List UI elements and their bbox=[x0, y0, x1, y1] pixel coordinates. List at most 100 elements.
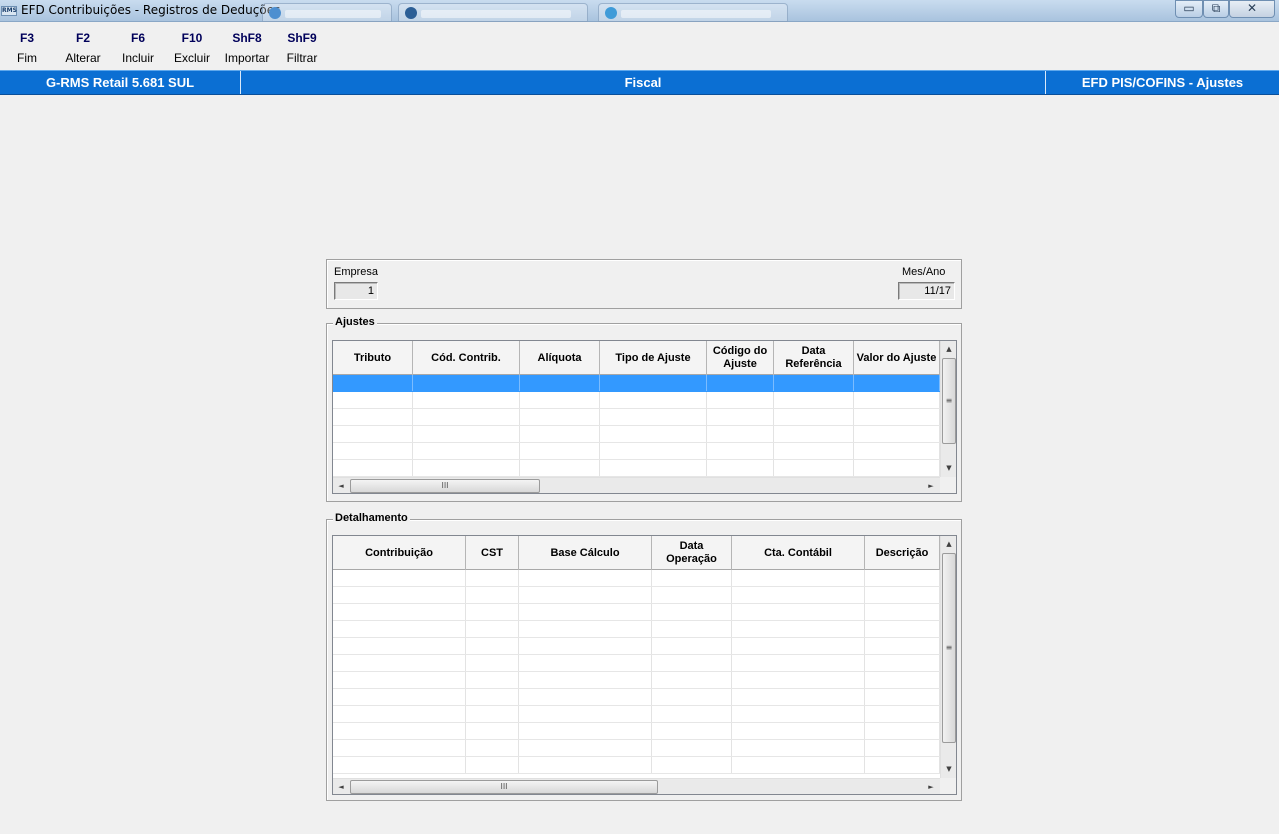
table-row[interactable] bbox=[333, 655, 940, 672]
table-cell[interactable] bbox=[865, 604, 940, 620]
table-cell[interactable] bbox=[854, 375, 940, 391]
col-data-referencia[interactable]: Data Referência bbox=[774, 341, 854, 375]
table-cell[interactable] bbox=[652, 723, 732, 739]
table-cell[interactable] bbox=[732, 740, 865, 756]
table-cell[interactable] bbox=[519, 655, 652, 671]
table-row[interactable] bbox=[333, 375, 940, 392]
table-row[interactable] bbox=[333, 604, 940, 621]
table-cell[interactable] bbox=[333, 392, 413, 408]
table-cell[interactable] bbox=[652, 621, 732, 637]
table-cell[interactable] bbox=[865, 723, 940, 739]
table-cell[interactable] bbox=[865, 655, 940, 671]
detalhamento-vertical-scrollbar[interactable]: ▲ ≡ ▼ bbox=[940, 536, 956, 778]
table-cell[interactable] bbox=[519, 604, 652, 620]
table-cell[interactable] bbox=[333, 706, 466, 722]
table-cell[interactable] bbox=[865, 587, 940, 603]
table-cell[interactable] bbox=[774, 392, 854, 408]
table-cell[interactable] bbox=[466, 570, 519, 586]
table-cell[interactable] bbox=[333, 655, 466, 671]
table-cell[interactable] bbox=[732, 689, 865, 705]
table-cell[interactable] bbox=[600, 392, 707, 408]
table-cell[interactable] bbox=[732, 706, 865, 722]
table-cell[interactable] bbox=[413, 409, 520, 425]
table-cell[interactable] bbox=[466, 621, 519, 637]
table-row[interactable] bbox=[333, 443, 940, 460]
table-cell[interactable] bbox=[774, 409, 854, 425]
table-cell[interactable] bbox=[732, 655, 865, 671]
scroll-right-arrow-icon[interactable]: ► bbox=[923, 478, 939, 493]
table-cell[interactable] bbox=[333, 689, 466, 705]
close-button[interactable]: ✕ bbox=[1229, 0, 1275, 18]
importar-button[interactable]: ShF8 Importar bbox=[221, 31, 273, 65]
scroll-thumb[interactable]: III bbox=[350, 780, 658, 794]
table-row[interactable] bbox=[333, 409, 940, 426]
table-cell[interactable] bbox=[333, 638, 466, 654]
table-cell[interactable] bbox=[652, 638, 732, 654]
fim-button[interactable]: F3 Fim bbox=[10, 31, 44, 65]
table-row[interactable] bbox=[333, 621, 940, 638]
table-cell[interactable] bbox=[520, 409, 600, 425]
table-cell[interactable] bbox=[333, 587, 466, 603]
table-cell[interactable] bbox=[600, 409, 707, 425]
table-cell[interactable] bbox=[520, 392, 600, 408]
table-row[interactable] bbox=[333, 706, 940, 723]
excluir-button[interactable]: F10 Excluir bbox=[171, 31, 213, 65]
table-cell[interactable] bbox=[466, 757, 519, 773]
minimize-button[interactable]: ▭ bbox=[1175, 0, 1203, 18]
table-cell[interactable] bbox=[707, 409, 774, 425]
table-cell[interactable] bbox=[519, 723, 652, 739]
table-row[interactable] bbox=[333, 689, 940, 706]
table-cell[interactable] bbox=[519, 638, 652, 654]
table-cell[interactable] bbox=[333, 409, 413, 425]
table-cell[interactable] bbox=[333, 740, 466, 756]
empresa-field[interactable]: 1 bbox=[334, 282, 378, 300]
table-cell[interactable] bbox=[600, 443, 707, 459]
table-cell[interactable] bbox=[732, 757, 865, 773]
table-cell[interactable] bbox=[519, 587, 652, 603]
table-cell[interactable] bbox=[519, 740, 652, 756]
col-cta-contabil[interactable]: Cta. Contábil bbox=[732, 536, 865, 570]
table-cell[interactable] bbox=[413, 375, 520, 391]
table-cell[interactable] bbox=[466, 689, 519, 705]
scroll-down-arrow-icon[interactable]: ▼ bbox=[941, 761, 956, 777]
col-tributo[interactable]: Tributo bbox=[333, 341, 413, 375]
table-cell[interactable] bbox=[652, 689, 732, 705]
table-cell[interactable] bbox=[707, 375, 774, 391]
table-cell[interactable] bbox=[652, 570, 732, 586]
table-row[interactable] bbox=[333, 587, 940, 604]
table-cell[interactable] bbox=[652, 604, 732, 620]
table-cell[interactable] bbox=[333, 757, 466, 773]
scroll-down-arrow-icon[interactable]: ▼ bbox=[941, 460, 956, 476]
table-cell[interactable] bbox=[774, 426, 854, 442]
table-cell[interactable] bbox=[774, 375, 854, 391]
table-cell[interactable] bbox=[774, 460, 854, 476]
scroll-thumb[interactable]: ≡ bbox=[942, 358, 956, 444]
maximize-button[interactable]: ⧉ bbox=[1203, 0, 1229, 18]
table-cell[interactable] bbox=[865, 672, 940, 688]
table-cell[interactable] bbox=[413, 443, 520, 459]
alterar-button[interactable]: F2 Alterar bbox=[62, 31, 104, 65]
filtrar-button[interactable]: ShF9 Filtrar bbox=[282, 31, 322, 65]
table-cell[interactable] bbox=[466, 672, 519, 688]
table-cell[interactable] bbox=[865, 706, 940, 722]
table-cell[interactable] bbox=[865, 570, 940, 586]
col-codigo-ajuste[interactable]: Código do Ajuste bbox=[707, 341, 774, 375]
table-cell[interactable] bbox=[333, 723, 466, 739]
table-cell[interactable] bbox=[732, 638, 865, 654]
table-cell[interactable] bbox=[865, 638, 940, 654]
table-cell[interactable] bbox=[413, 392, 520, 408]
table-cell[interactable] bbox=[774, 443, 854, 459]
table-row[interactable] bbox=[333, 392, 940, 409]
scroll-up-arrow-icon[interactable]: ▲ bbox=[941, 536, 956, 552]
table-cell[interactable] bbox=[707, 460, 774, 476]
ajustes-grid[interactable]: Tributo Cód. Contrib. Alíquota Tipo de A… bbox=[332, 340, 957, 494]
table-cell[interactable] bbox=[732, 621, 865, 637]
ajustes-horizontal-scrollbar[interactable]: ◄ III ► bbox=[333, 477, 940, 493]
col-aliquota[interactable]: Alíquota bbox=[520, 341, 600, 375]
table-cell[interactable] bbox=[520, 426, 600, 442]
col-base-calculo[interactable]: Base Cálculo bbox=[519, 536, 652, 570]
incluir-button[interactable]: F6 Incluir bbox=[117, 31, 159, 65]
table-cell[interactable] bbox=[854, 409, 940, 425]
col-contribuicao[interactable]: Contribuição bbox=[333, 536, 466, 570]
detalhamento-grid[interactable]: Contribuição CST Base Cálculo Data Opera… bbox=[332, 535, 957, 795]
